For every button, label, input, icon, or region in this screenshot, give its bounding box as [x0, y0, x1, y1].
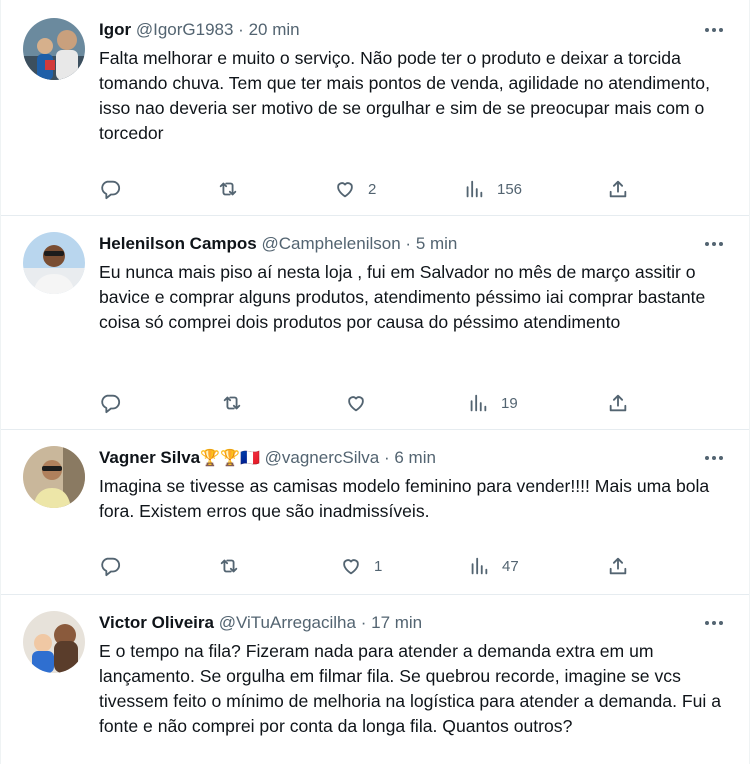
reply-feed: Igor @IgorG1983 · 20 min Falta melhorar …: [0, 0, 750, 764]
share-button[interactable]: [607, 391, 629, 415]
display-name[interactable]: Helenilson Campos: [99, 234, 257, 253]
views-count: 47: [502, 557, 519, 575]
avatar[interactable]: [23, 232, 85, 294]
retweet-button[interactable]: [217, 177, 239, 201]
name-emoji: 🏆🏆🇫🇷: [200, 450, 260, 467]
reply-button[interactable]: [99, 554, 121, 578]
views-button[interactable]: 47: [468, 554, 519, 578]
more-icon: [705, 456, 723, 460]
user-handle[interactable]: @ViTuArregacilha: [219, 613, 356, 632]
more-button[interactable]: [699, 232, 729, 256]
display-name[interactable]: Vagner Silva: [99, 448, 200, 467]
tweet-header: Igor @IgorG1983 · 20 min: [99, 18, 689, 42]
like-icon: [337, 182, 353, 198]
separator-dot: ·: [383, 448, 390, 467]
more-icon: [705, 242, 723, 246]
tweet-vagner[interactable]: Vagner Silva🏆🏆🇫🇷 @vagnercSilva · 6 min I…: [1, 430, 749, 595]
action-bar: 19: [99, 391, 729, 415]
views-count: 19: [501, 394, 518, 412]
display-name[interactable]: Victor Oliveira: [99, 613, 214, 632]
avatar[interactable]: [23, 446, 85, 508]
tweet-header: Helenilson Campos @Camphelenilson · 5 mi…: [99, 232, 689, 256]
reply-button[interactable]: [99, 177, 121, 201]
separator-dot: ·: [238, 20, 244, 39]
like-button[interactable]: 1: [340, 554, 382, 578]
tweet-text: Falta melhorar e muito o serviço. Não po…: [99, 48, 710, 143]
like-count: 2: [368, 180, 377, 198]
more-icon: [705, 621, 723, 625]
reply-icon: [101, 394, 121, 414]
views-button[interactable]: 156: [463, 177, 522, 201]
like-icon: [348, 396, 364, 412]
like-button[interactable]: [345, 391, 367, 415]
tweet-helenilson[interactable]: Helenilson Campos @Camphelenilson · 5 mi…: [1, 216, 749, 430]
timestamp[interactable]: 6 min: [394, 448, 436, 467]
tweet-text: Eu nunca mais piso aí nesta loja , fui e…: [99, 262, 706, 332]
more-button[interactable]: [699, 611, 729, 635]
like-count: 1: [374, 557, 383, 575]
share-button[interactable]: [607, 177, 629, 201]
tweet-igor[interactable]: Igor @IgorG1983 · 20 min Falta melhorar …: [1, 0, 749, 216]
views-count: 156: [497, 180, 523, 198]
tweet-header: Victor Oliveira @ViTuArregacilha · 17 mi…: [99, 611, 689, 635]
views-icon: [470, 394, 487, 412]
share-icon: [609, 180, 627, 198]
retweet-button[interactable]: [221, 391, 243, 415]
more-icon: [705, 28, 723, 32]
avatar[interactable]: [23, 18, 85, 80]
share-icon: [609, 557, 627, 575]
action-bar: 2 156: [99, 177, 729, 201]
reply-icon: [101, 557, 121, 577]
tweet-text: Imagina se tivesse as camisas modelo fem…: [99, 476, 710, 521]
views-icon: [466, 180, 483, 198]
user-handle[interactable]: @IgorG1983: [136, 20, 234, 39]
timestamp[interactable]: 17 min: [371, 613, 422, 632]
more-button[interactable]: [699, 446, 729, 470]
avatar[interactable]: [23, 611, 85, 673]
tweet-victor[interactable]: Victor Oliveira @ViTuArregacilha · 17 mi…: [1, 595, 749, 764]
display-name[interactable]: Igor: [99, 20, 131, 39]
timestamp[interactable]: 20 min: [249, 20, 300, 39]
tweet-text: E o tempo na fila? Fizeram nada para ate…: [99, 641, 721, 736]
retweet-button[interactable]: [218, 554, 240, 578]
retweet-icon: [223, 396, 241, 410]
share-button[interactable]: [607, 554, 629, 578]
reply-icon: [101, 180, 121, 200]
separator-dot: ·: [405, 234, 412, 253]
timestamp[interactable]: 5 min: [416, 234, 458, 253]
more-button[interactable]: [699, 18, 729, 42]
action-bar: 1 47: [99, 554, 729, 578]
like-icon: [343, 559, 359, 575]
retweet-icon: [220, 559, 238, 573]
user-handle[interactable]: @Camphelenilson: [262, 234, 401, 253]
reply-button[interactable]: [99, 391, 121, 415]
separator-dot: ·: [360, 613, 367, 632]
tweet-header: Vagner Silva🏆🏆🇫🇷 @vagnercSilva · 6 min: [99, 446, 689, 470]
like-button[interactable]: 2: [334, 177, 376, 201]
share-icon: [609, 394, 627, 412]
views-icon: [471, 557, 488, 575]
views-button[interactable]: 19: [467, 391, 518, 415]
user-handle[interactable]: @vagnercSilva: [265, 448, 380, 467]
retweet-icon: [219, 182, 237, 196]
